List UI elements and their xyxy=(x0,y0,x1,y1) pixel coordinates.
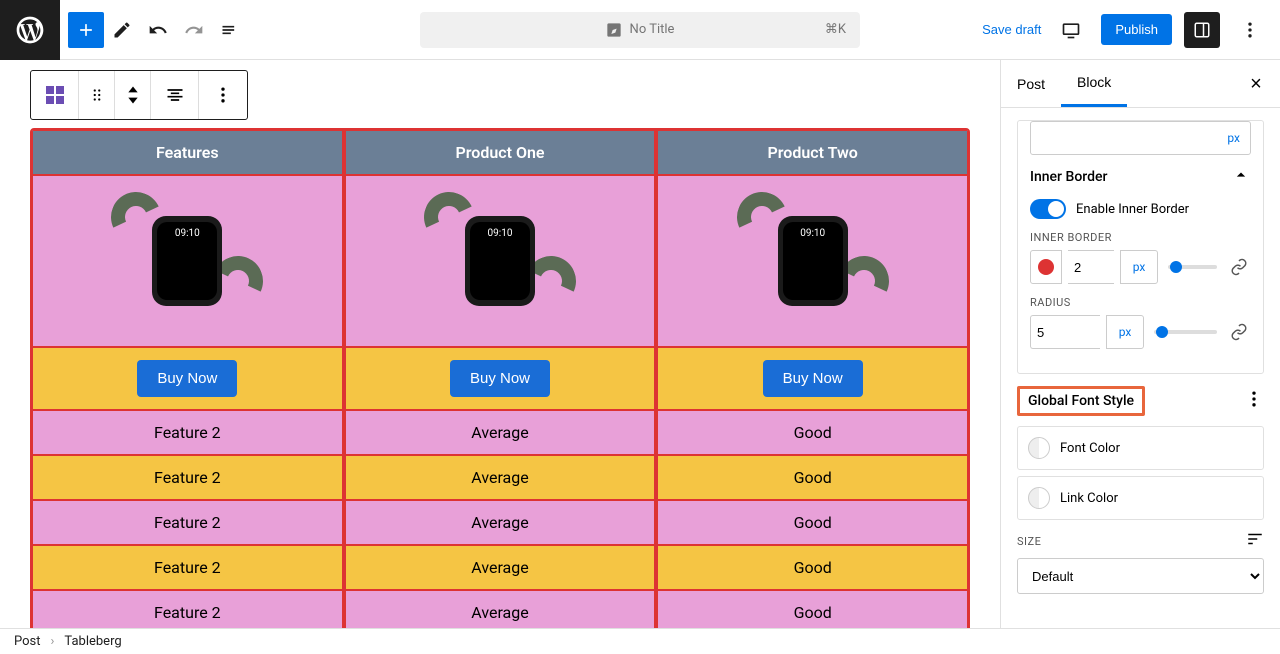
comparison-table[interactable]: Features Product One Product Two Buy Now… xyxy=(30,128,970,628)
publish-button[interactable]: Publish xyxy=(1101,14,1172,45)
settings-sidebar: Post Block × px Inner Border Enable Inne… xyxy=(1000,60,1280,628)
table-header[interactable]: Product Two xyxy=(657,130,968,175)
document-overview-button[interactable] xyxy=(212,12,248,48)
table-cell[interactable]: Average xyxy=(345,455,656,500)
redo-button[interactable] xyxy=(176,12,212,48)
border-width-slider[interactable] xyxy=(1168,265,1217,269)
product-image xyxy=(430,196,570,326)
table-cell[interactable]: Good xyxy=(657,590,968,628)
document-title: No Title xyxy=(630,22,675,37)
border-color-swatch[interactable] xyxy=(1030,250,1062,284)
table-cell[interactable]: Average xyxy=(345,500,656,545)
buy-now-button[interactable]: Buy Now xyxy=(137,360,237,397)
inner-border-heading: Inner Border xyxy=(1030,169,1107,185)
table-image-cell[interactable] xyxy=(345,175,656,347)
size-label: SIZE xyxy=(1017,535,1041,548)
table-cell[interactable]: Feature 2 xyxy=(32,455,343,500)
drag-handle[interactable] xyxy=(79,71,115,119)
edit-mode-button[interactable] xyxy=(104,12,140,48)
preview-button[interactable] xyxy=(1053,12,1089,48)
chevron-up-icon[interactable] xyxy=(1231,165,1251,189)
panel-more-icon[interactable] xyxy=(1244,389,1264,413)
move-up-down[interactable] xyxy=(115,71,151,119)
settings-sidebar-toggle[interactable] xyxy=(1184,12,1220,48)
table-header[interactable]: Product One xyxy=(345,130,656,175)
wordpress-logo[interactable] xyxy=(0,0,60,60)
table-cell[interactable]: Feature 2 xyxy=(32,500,343,545)
breadcrumb-separator: › xyxy=(51,634,55,649)
table-button-cell[interactable]: Buy Now xyxy=(657,347,968,410)
table-image-cell[interactable] xyxy=(32,175,343,347)
border-unit[interactable]: px xyxy=(1120,250,1158,284)
align-button[interactable] xyxy=(151,71,199,119)
enable-inner-border-toggle[interactable] xyxy=(1030,199,1066,219)
product-image xyxy=(743,196,883,326)
table-cell[interactable]: Good xyxy=(657,500,968,545)
link-corners-icon[interactable] xyxy=(1227,320,1251,344)
buy-now-button[interactable]: Buy Now xyxy=(763,360,863,397)
undo-button[interactable] xyxy=(140,12,176,48)
inner-border-label: INNER BORDER xyxy=(1030,231,1251,244)
more-options-button[interactable] xyxy=(1232,12,1268,48)
tab-post[interactable]: Post xyxy=(1001,60,1061,107)
tab-block[interactable]: Block xyxy=(1061,60,1127,107)
table-cell[interactable]: Average xyxy=(345,590,656,628)
table-cell[interactable]: Good xyxy=(657,410,968,455)
font-color-label: Font Color xyxy=(1060,441,1120,456)
add-block-button[interactable] xyxy=(68,12,104,48)
block-more-options[interactable] xyxy=(199,71,247,119)
radius-unit[interactable]: px xyxy=(1106,315,1144,349)
table-header[interactable]: Features xyxy=(32,130,343,175)
document-title-bar[interactable]: No Title ⌘K xyxy=(420,12,860,48)
font-color-row[interactable]: Font Color xyxy=(1017,426,1264,470)
buy-now-button[interactable]: Buy Now xyxy=(450,360,550,397)
size-settings-icon[interactable] xyxy=(1246,530,1264,552)
table-image-cell[interactable] xyxy=(657,175,968,347)
table-cell[interactable]: Feature 2 xyxy=(32,410,343,455)
radius-slider[interactable] xyxy=(1154,330,1217,334)
table-cell[interactable]: Feature 2 xyxy=(32,545,343,590)
table-button-cell[interactable]: Buy Now xyxy=(345,347,656,410)
prev-control-peek[interactable]: px xyxy=(1030,121,1251,155)
enable-inner-border-label: Enable Inner Border xyxy=(1076,202,1189,217)
breadcrumb: Post › Tableberg xyxy=(0,628,1280,654)
table-cell[interactable]: Average xyxy=(345,545,656,590)
breadcrumb-block[interactable]: Tableberg xyxy=(64,634,121,649)
command-shortcut: ⌘K xyxy=(825,22,846,37)
table-cell[interactable]: Average xyxy=(345,410,656,455)
global-font-style-heading: Global Font Style xyxy=(1017,386,1145,416)
table-cell[interactable]: Feature 2 xyxy=(32,590,343,628)
link-color-row[interactable]: Link Color xyxy=(1017,476,1264,520)
product-image xyxy=(117,196,257,326)
table-cell[interactable]: Good xyxy=(657,455,968,500)
table-button-cell[interactable]: Buy Now xyxy=(32,347,343,410)
breadcrumb-post[interactable]: Post xyxy=(14,634,41,649)
link-color-label: Link Color xyxy=(1060,491,1118,506)
color-swatch-icon xyxy=(1028,487,1050,509)
radius-input[interactable] xyxy=(1030,315,1100,349)
table-cell[interactable]: Good xyxy=(657,545,968,590)
radius-label: RADIUS xyxy=(1030,296,1251,309)
unit-label: px xyxy=(1217,131,1250,145)
block-type-icon[interactable] xyxy=(31,71,79,119)
save-draft-button[interactable]: Save draft xyxy=(982,22,1041,37)
font-size-select[interactable]: Default xyxy=(1017,558,1264,594)
border-width-input[interactable] xyxy=(1068,250,1114,284)
close-sidebar-button[interactable]: × xyxy=(1240,68,1272,100)
link-sides-icon[interactable] xyxy=(1227,255,1251,279)
block-toolbar xyxy=(30,70,248,120)
color-swatch-icon xyxy=(1028,437,1050,459)
